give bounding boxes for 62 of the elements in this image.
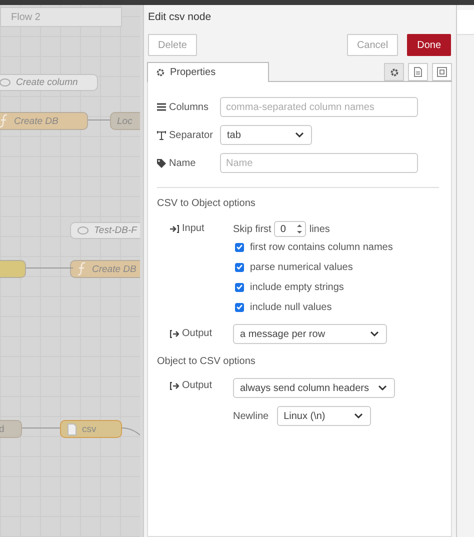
- section-heading: CSV to Object options: [157, 198, 256, 209]
- caret-icon: [378, 385, 387, 391]
- output-select[interactable]: a message per row: [233, 324, 387, 344]
- sign-out-icon: [170, 330, 179, 338]
- skip-label: Skip first: [233, 224, 272, 234]
- output-select[interactable]: always send column headers: [233, 378, 395, 398]
- checkbox[interactable]: [235, 242, 244, 252]
- caret-icon: [370, 331, 379, 337]
- comment-icon: [0, 78, 11, 88]
- description-tab[interactable]: [408, 63, 428, 81]
- section-heading: Object to CSV options: [157, 356, 256, 367]
- function-icon: [77, 262, 87, 276]
- settings-tab[interactable]: [384, 63, 404, 81]
- frame-icon: [437, 67, 447, 77]
- appearance-tab[interactable]: [432, 63, 452, 81]
- text-icon: [157, 130, 166, 140]
- document-icon: [414, 67, 422, 77]
- lines-label: lines: [309, 224, 330, 234]
- checkbox-label: include empty strings: [250, 282, 344, 292]
- field-label: Columns: [169, 102, 208, 112]
- skip-lines-field[interactable]: 0: [274, 221, 306, 237]
- flow-node[interactable]: Create DB: [70, 260, 140, 278]
- document-icon: [67, 422, 77, 436]
- flow-node[interactable]: Create column: [0, 74, 98, 91]
- checkbox-label: include null values: [250, 302, 332, 312]
- checkbox[interactable]: [235, 302, 244, 312]
- field-label: Name: [169, 158, 196, 168]
- delete-button[interactable]: Delete: [148, 34, 197, 56]
- flow-node[interactable]: Create DB: [0, 112, 88, 130]
- flow-node[interactable]: Loc: [110, 112, 140, 130]
- checkbox[interactable]: [235, 282, 244, 292]
- flow-tab[interactable]: Flow 2: [0, 7, 122, 27]
- field-label: Input: [182, 222, 204, 236]
- caret-icon: [295, 132, 304, 138]
- name-field[interactable]: Name: [220, 153, 418, 173]
- cancel-button[interactable]: Cancel: [346, 34, 398, 56]
- spinner-arrows-icon: [297, 223, 302, 235]
- function-icon: [0, 114, 9, 128]
- newline-label: Newline: [233, 410, 269, 422]
- flow-node[interactable]: [0, 260, 26, 278]
- comment-icon: [77, 226, 89, 236]
- checkbox[interactable]: [235, 262, 244, 272]
- columns-field[interactable]: comma-separated column names: [220, 97, 418, 117]
- field-label: Separator: [169, 130, 213, 140]
- dialog-title: Edit csv node: [147, 10, 212, 25]
- separator-select[interactable]: tab: [220, 125, 312, 145]
- tag-icon: [157, 158, 166, 168]
- gear-icon: [156, 68, 165, 77]
- sign-in-icon: [170, 225, 179, 233]
- done-button[interactable]: Done: [407, 34, 451, 56]
- checkbox-label: first row contains column names: [250, 242, 393, 252]
- sign-out-icon: [170, 382, 179, 390]
- newline-select[interactable]: Linux (\n): [276, 406, 371, 426]
- checkbox-label: parse numerical values: [250, 262, 353, 272]
- field-label: Output: [182, 379, 212, 393]
- properties-tab[interactable]: Properties: [147, 62, 269, 82]
- caret-icon: [354, 413, 363, 419]
- field-label: Output: [182, 327, 212, 341]
- flow-node[interactable]: Test-DB-F: [70, 222, 140, 239]
- list-icon: [157, 103, 166, 111]
- flow-node[interactable]: csv: [60, 420, 122, 438]
- gear-icon: [390, 68, 398, 76]
